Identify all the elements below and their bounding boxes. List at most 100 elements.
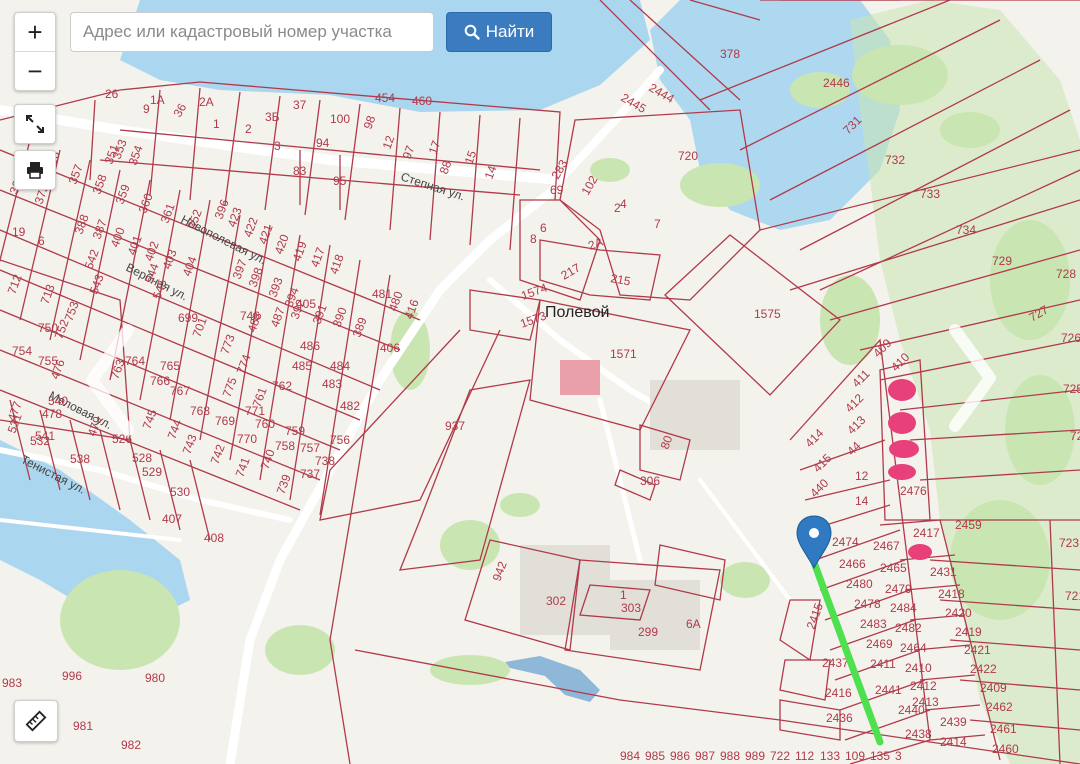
parcel-number: 2409 — [980, 681, 1007, 695]
parcel-number: 7 — [654, 217, 661, 231]
parcel-number: 764 — [125, 354, 145, 368]
parcel-number: 405 — [296, 297, 316, 311]
parcel-number: 2414 — [940, 735, 967, 749]
parcel-number: 2436 — [826, 711, 853, 725]
parcel-number: 721 — [1065, 589, 1080, 603]
parcel-number: 94 — [316, 136, 330, 150]
parcel-number: 302 — [546, 594, 566, 608]
parcel-number: 83 — [293, 164, 307, 178]
parcel-number: 729 — [992, 254, 1012, 268]
parcel-number: 95 — [333, 174, 347, 188]
parcel-number: 133 — [820, 749, 840, 763]
search-icon — [464, 24, 480, 40]
expand-icon — [26, 115, 44, 133]
parcel-number: 12 — [855, 469, 869, 483]
parcel-number: 109 — [845, 749, 865, 763]
parcel-number: 725 — [1063, 382, 1080, 396]
parcel-number: 2474 — [832, 535, 859, 549]
parcel-number: 2459 — [955, 518, 982, 532]
parcel-number: 770 — [237, 432, 257, 446]
zoom-out-button[interactable]: − — [15, 51, 55, 90]
parcel-number: 2 — [245, 122, 252, 136]
parcel-number: 2420 — [945, 606, 972, 620]
parcel-number: 989 — [745, 749, 765, 763]
parcel-number: 2446 — [823, 76, 850, 90]
parcel-number: 984 — [620, 749, 640, 763]
parcel-number: 2479 — [885, 582, 912, 596]
find-button[interactable]: Найти — [446, 12, 552, 52]
cadastral-map[interactable]: Степная ул. Новополевая ул. Вербная ул. … — [0, 0, 1080, 764]
parcel-number: 726 — [1061, 331, 1080, 345]
measure-button[interactable] — [14, 700, 58, 742]
parcel-number: 406 — [380, 341, 400, 355]
parcel-number: 14 — [855, 494, 869, 508]
parcel-number: 486 — [300, 339, 320, 353]
parcel-number: 2417 — [913, 526, 940, 540]
parcel-number: 2462 — [986, 700, 1013, 714]
parcel-number: 983 — [2, 676, 22, 690]
parcel-number: 724 — [1070, 429, 1080, 443]
parcel-number: 112 — [795, 749, 814, 763]
parcel-number: 2460 — [992, 742, 1019, 756]
parcel-number: 2465 — [880, 561, 907, 575]
parcel-number: 987 — [695, 749, 715, 763]
parcel-number: 765 — [160, 359, 180, 373]
parcel-number: 2480 — [846, 577, 873, 591]
parcel-number: 737 — [300, 467, 320, 481]
parcel-number: 1 — [620, 588, 627, 602]
parcel-number: 2484 — [890, 601, 917, 615]
parcel-number: 2438 — [905, 727, 932, 741]
fullscreen-button[interactable] — [14, 104, 56, 144]
parcel-number: 3Б — [265, 110, 280, 124]
parcel-number: 988 — [720, 749, 740, 763]
parcel-number: 981 — [73, 719, 93, 733]
parcel-number: 1575 — [754, 307, 781, 321]
zoom-in-button[interactable]: + — [15, 13, 55, 51]
parcel-number: 762 — [272, 379, 292, 393]
parcel-number: 6 — [38, 234, 45, 248]
parcel-number: 2476 — [900, 484, 927, 498]
parcel-number: 6А — [686, 617, 701, 631]
parcel-number: 758 — [275, 439, 295, 453]
parcel-number: 303 — [621, 601, 641, 615]
parcel-number: 767 — [170, 384, 190, 398]
parcel-number: 378 — [720, 47, 740, 61]
parcel-number: 3 — [895, 749, 902, 763]
parcel-number: 2431 — [930, 565, 957, 579]
parcel-number: 4 — [620, 197, 627, 211]
parcel-number: 757 — [300, 441, 320, 455]
parcel-number: 483 — [322, 377, 342, 391]
parcel-number: 530 — [170, 485, 190, 499]
parcel-number: 454 — [375, 91, 395, 105]
parcel-number: 1А — [150, 93, 165, 107]
parcel-number: 478 — [42, 407, 62, 421]
zoom-control: + − — [14, 12, 56, 91]
print-button[interactable] — [14, 150, 56, 190]
parcel-number: 754 — [12, 344, 32, 358]
parcel-number: 306 — [640, 474, 660, 488]
parcel-number: 996 — [62, 669, 82, 683]
parcel-number: 2418 — [938, 587, 965, 601]
parcel-number: 769 — [215, 414, 235, 428]
search-input[interactable] — [70, 12, 434, 52]
parcel-number: 2411 — [870, 657, 896, 671]
parcel-number: 738 — [315, 454, 335, 468]
parcel-number: 2466 — [839, 557, 866, 571]
parcel-number: 722 — [770, 749, 790, 763]
parcel-number: 540 — [48, 394, 68, 408]
parcel-number: 69 — [550, 183, 564, 197]
parcel-number: 756 — [330, 433, 350, 447]
parcel-number: 135 — [870, 749, 890, 763]
parcel-number: 484 — [330, 359, 350, 373]
parcel-number: 538 — [70, 452, 90, 466]
parcel-number: 2439 — [940, 715, 967, 729]
parcel-number: 768 — [190, 404, 210, 418]
printer-icon — [27, 162, 43, 179]
parcel-number: 1571 — [610, 347, 637, 361]
parcel-number: 2441 — [875, 683, 902, 697]
parcel-number: 734 — [956, 223, 976, 237]
parcel-number: 2412 — [910, 679, 937, 693]
parcel-number: 408 — [204, 531, 224, 545]
parcel-number: 6 — [540, 221, 547, 235]
ruler-icon — [25, 710, 47, 732]
